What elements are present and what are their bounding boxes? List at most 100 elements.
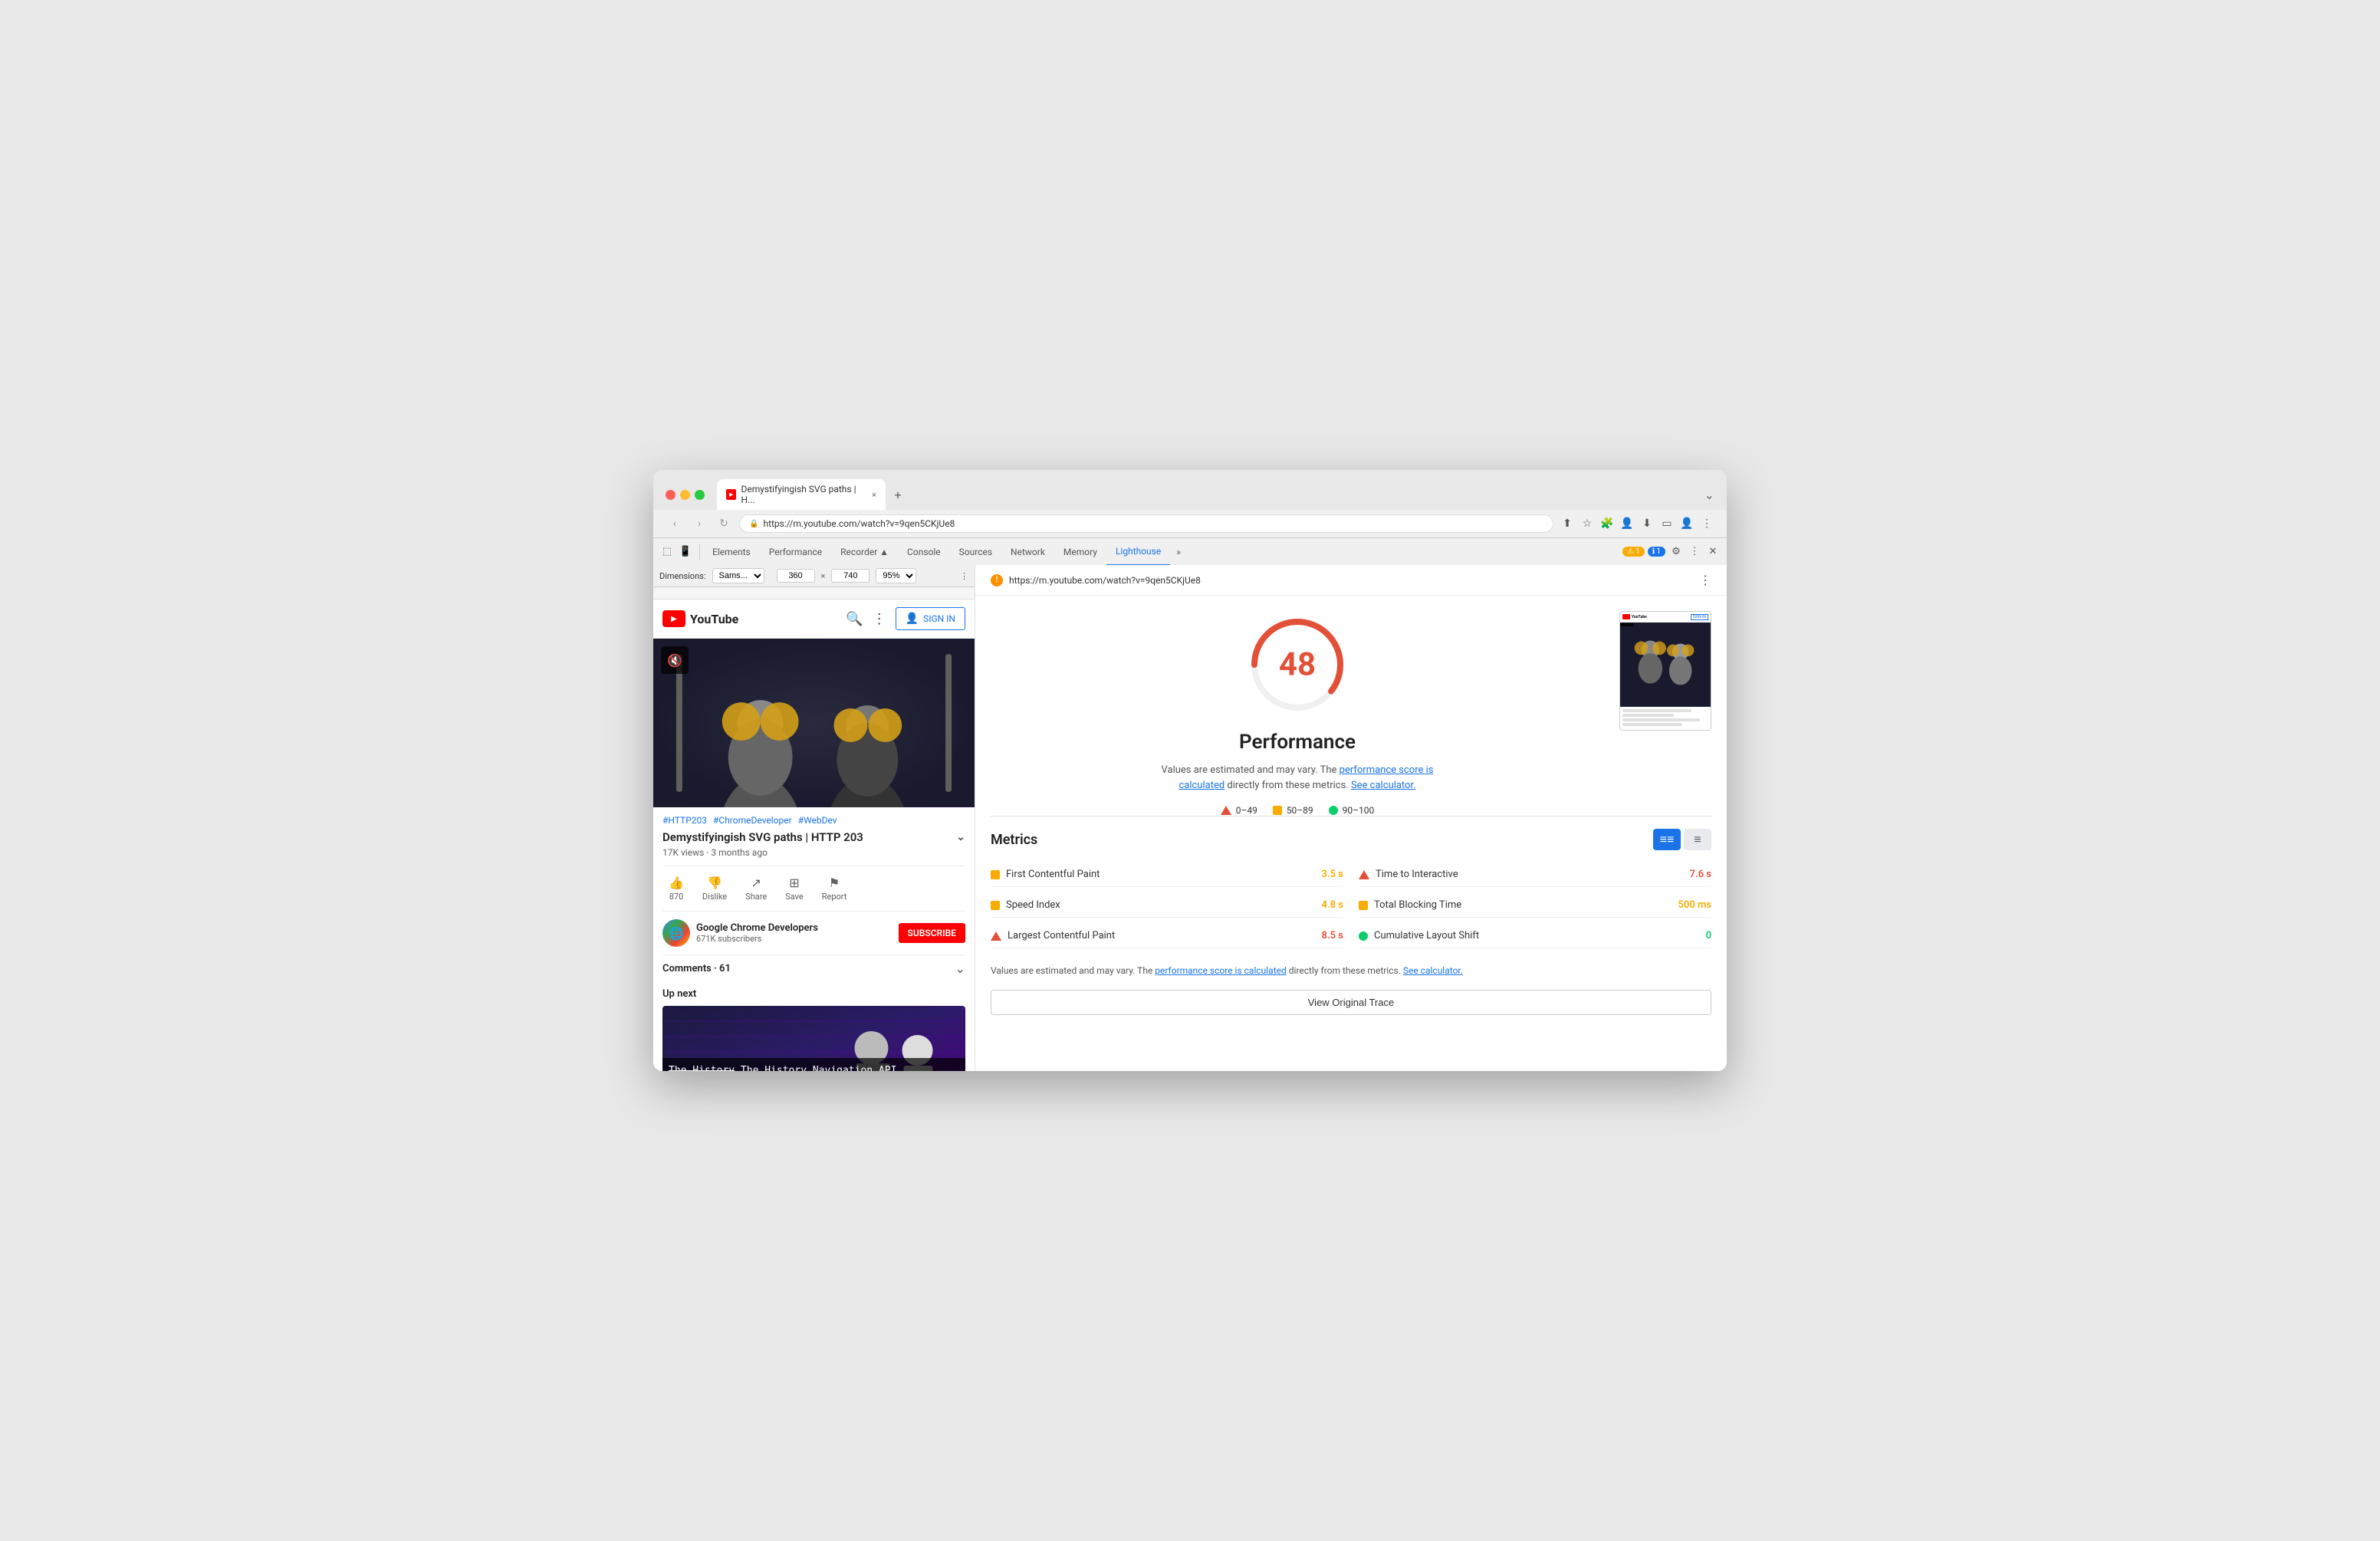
legend-red: 0–49 xyxy=(1221,805,1257,816)
metric-tti-name: Time to Interactive xyxy=(1376,869,1684,880)
lighthouse-url: ! https://m.youtube.com/watch?v=9qen5CKj… xyxy=(991,574,1201,586)
title-expand-icon[interactable]: ⌄ xyxy=(956,831,965,843)
bottom-perf-link[interactable]: performance score is calculated xyxy=(1155,965,1286,976)
height-input[interactable] xyxy=(831,569,869,583)
score-title: Performance xyxy=(1239,731,1356,754)
youtube-content: ▶ YouTube 🔍 ⋮ 👤 SIGN IN 🔇 xyxy=(653,600,975,1071)
metric-cls-value: 0 xyxy=(1706,930,1711,941)
share-icon[interactable]: ⬆ xyxy=(1560,516,1575,531)
next-video-info: The History The History Navigation API. … xyxy=(662,1058,965,1071)
toolbar-actions: ⬆ ☆ 🧩 👤 ⬇ ▭ 👤 ⋮ xyxy=(1560,516,1714,531)
metric-lcp: Largest Contentful Paint 8.5 s xyxy=(991,924,1343,948)
video-thumbnail: 🔇 xyxy=(653,639,975,807)
like-button[interactable]: 👍 870 xyxy=(662,872,690,905)
inspect-icon[interactable]: ⬚ xyxy=(659,544,675,560)
devtools-more-icon[interactable]: ⋮ xyxy=(1687,544,1702,560)
tag-chromedeveloper[interactable]: #ChromeDeveloper xyxy=(713,815,792,826)
zoom-select[interactable]: 95% xyxy=(876,568,916,583)
device-select[interactable]: Sams... xyxy=(712,568,764,583)
minimize-button[interactable] xyxy=(680,490,690,500)
title-bar: Demystifyingish SVG paths | H... × + ⌄ xyxy=(653,470,1727,510)
download-icon[interactable]: ⬇ xyxy=(1639,516,1655,531)
grid-view-button[interactable]: ≡≡ xyxy=(1653,829,1681,850)
maximize-button[interactable] xyxy=(695,490,705,500)
tab-lighthouse[interactable]: Lighthouse xyxy=(1106,538,1170,566)
forward-button[interactable]: › xyxy=(690,514,708,533)
next-video-title-line1: The History The History Navigation API. xyxy=(669,1064,959,1071)
next-video-thumbnail[interactable]: The History The History Navigation API. … xyxy=(662,1006,965,1071)
tab-network[interactable]: Network xyxy=(1001,538,1054,566)
more-options-icon[interactable]: ⋮ xyxy=(1699,516,1714,531)
settings-icon[interactable]: ⚙ xyxy=(1668,544,1684,560)
calculator-link[interactable]: See calculator. xyxy=(1351,780,1416,791)
save-button[interactable]: ⊞ Save xyxy=(779,872,810,905)
bottom-calculator-link[interactable]: See calculator. xyxy=(1403,965,1463,976)
tab-console[interactable]: Console xyxy=(898,538,950,566)
active-tab[interactable]: Demystifyingish SVG paths | H... × xyxy=(717,479,886,510)
bookmark-icon[interactable]: ☆ xyxy=(1580,516,1595,531)
tab-close-button[interactable]: × xyxy=(872,490,876,500)
tab-sources[interactable]: Sources xyxy=(950,538,1001,566)
extension-icon[interactable]: 🧩 xyxy=(1599,516,1615,531)
youtube-logo-text: YouTube xyxy=(690,612,738,626)
youtube-header-right: 🔍 ⋮ 👤 SIGN IN xyxy=(846,607,965,630)
dislike-button[interactable]: 👎 Dislike xyxy=(696,872,733,905)
new-tab-button[interactable]: + xyxy=(889,485,907,504)
ss-text-block xyxy=(1620,707,1711,730)
tab-bar: Demystifyingish SVG paths | H... × + xyxy=(717,479,1698,510)
metric-tti-value: 7.6 s xyxy=(1690,869,1711,880)
dimensions-bar: Dimensions: Sams... × 95% ⋮ xyxy=(653,565,975,587)
comments-expand-icon[interactable]: ⌄ xyxy=(955,961,965,976)
legend-orange-label: 50–89 xyxy=(1287,805,1313,816)
tag-webdev[interactable]: #WebDev xyxy=(798,815,837,826)
subscribe-button[interactable]: SUBSCRIBE xyxy=(899,923,965,943)
lighthouse-more-icon[interactable]: ⋮ xyxy=(1699,573,1711,587)
lighthouse-warning-icon: ! xyxy=(991,574,1003,586)
main-content: Dimensions: Sams... × 95% ⋮ xyxy=(653,565,1727,1071)
metric-si-icon xyxy=(991,901,1000,910)
view-original-trace-button[interactable]: View Original Trace xyxy=(991,990,1711,1015)
metrics-title: Metrics xyxy=(991,832,1037,848)
score-center: 48 Performance Values are estimated and … xyxy=(991,611,1604,816)
tag-http203[interactable]: #HTTP203 xyxy=(662,815,707,826)
mute-icon[interactable]: 🔇 xyxy=(661,646,689,674)
ruler xyxy=(653,587,975,600)
sign-in-button[interactable]: 👤 SIGN IN xyxy=(896,607,965,630)
more-icon[interactable]: ⋮ xyxy=(873,611,886,627)
channel-info: 🌐 Google Chrome Developers 671K subscrib… xyxy=(662,919,818,947)
search-icon[interactable]: 🔍 xyxy=(846,611,863,627)
profile-icon[interactable]: 👤 xyxy=(1679,516,1695,531)
metrics-section: Metrics ≡≡ ≡ First Contentful Paint 3.5 … xyxy=(975,829,1727,964)
tab-memory[interactable]: Memory xyxy=(1054,538,1106,566)
devtools-tabs: Elements Performance Recorder ▲ Console … xyxy=(703,538,1622,566)
legend-green: 90–100 xyxy=(1329,805,1375,816)
width-input[interactable] xyxy=(777,569,815,583)
person-silhouette-icon[interactable]: 👤 xyxy=(1619,516,1635,531)
dimensions-more-icon[interactable]: ⋮ xyxy=(960,571,968,581)
cast-icon[interactable]: ▭ xyxy=(1659,516,1675,531)
more-tabs-button[interactable]: » xyxy=(1170,547,1187,557)
tab-performance[interactable]: Performance xyxy=(760,538,831,566)
tab-recorder[interactable]: Recorder ▲ xyxy=(831,538,898,566)
ss-sign-in: SIGN IN xyxy=(1691,614,1708,620)
device-toggle-icon[interactable]: 📱 xyxy=(678,544,693,560)
close-button[interactable] xyxy=(666,490,676,500)
tab-elements[interactable]: Elements xyxy=(703,538,760,566)
report-button[interactable]: ⚑ Report xyxy=(816,872,853,905)
youtube-logo: ▶ YouTube xyxy=(662,610,738,627)
address-bar[interactable]: 🔒 https://m.youtube.com/watch?v=9qen5CKj… xyxy=(739,514,1553,533)
metrics-header: Metrics ≡≡ ≡ xyxy=(991,829,1711,850)
ss-yt-header: YouTube SIGN IN xyxy=(1620,612,1711,623)
devtools-close-icon[interactable]: ✕ xyxy=(1705,544,1721,560)
ss-yt-logo-text: YouTube xyxy=(1632,615,1647,619)
share-button[interactable]: ↗ Share xyxy=(739,872,773,905)
metric-lcp-name: Largest Contentful Paint xyxy=(1008,930,1316,941)
metric-fcp: First Contentful Paint 3.5 s xyxy=(991,863,1343,887)
legend-green-icon xyxy=(1329,806,1338,815)
back-button[interactable]: ‹ xyxy=(666,514,684,533)
traffic-lights xyxy=(666,490,705,500)
list-view-button[interactable]: ≡ xyxy=(1684,829,1711,850)
refresh-button[interactable]: ↻ xyxy=(715,514,733,533)
channel-name: Google Chrome Developers xyxy=(696,922,818,934)
ss-video-area xyxy=(1620,623,1711,707)
